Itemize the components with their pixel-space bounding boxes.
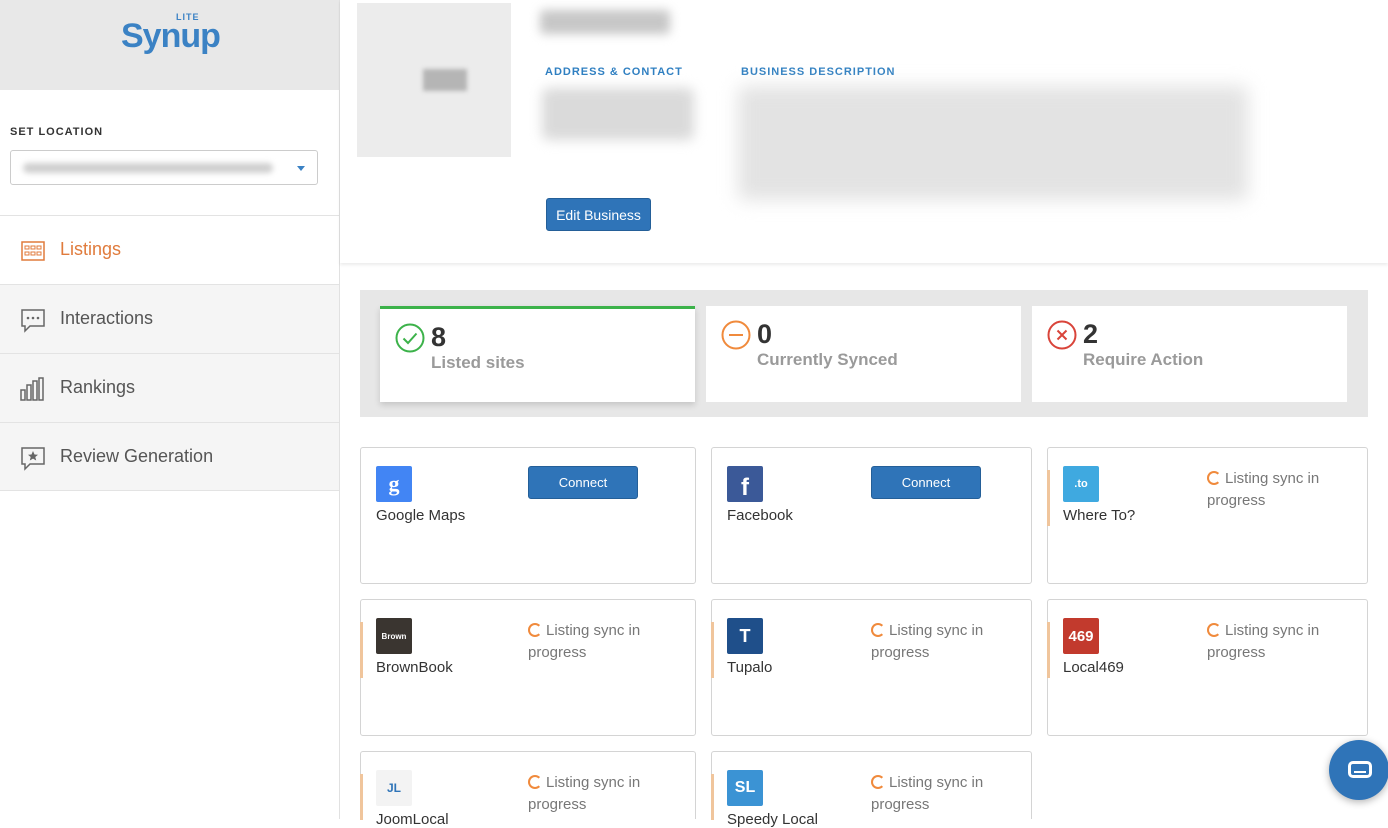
x-circle-icon [1047, 320, 1077, 350]
sidebar-item-review-generation[interactable]: Review Generation [0, 422, 339, 491]
sync-accent-bar [1047, 622, 1050, 678]
sync-spinner-icon [1207, 471, 1221, 485]
business-photo [357, 3, 511, 157]
sync-spinner-icon [528, 623, 542, 637]
listing-name: Where To? [1063, 507, 1136, 524]
sidebar-item-label: Rankings [60, 377, 136, 397]
listing-summary: 8 Listed sites 0 Currently Synced 2 Requ… [360, 290, 1368, 417]
sync-spinner-icon [871, 775, 885, 789]
business-info-card: ADDRESS & CONTACT BUSINESS DESCRIPTION E… [340, 0, 1388, 263]
sync-status-text: Listing sync in progress [1207, 470, 1320, 509]
sync-status-text: Listing sync in progress [871, 774, 984, 813]
logo-area: LITE Synup [0, 0, 339, 90]
facebook-logo-icon: f [727, 466, 763, 502]
star-chat-icon [21, 447, 45, 471]
sidebar-item-interactions[interactable]: Interactions [0, 284, 339, 353]
google-maps-logo-icon: g [376, 466, 412, 502]
stat-listed-sites[interactable]: 8 Listed sites [380, 306, 695, 402]
sync-accent-bar [360, 774, 363, 820]
listing-name: JoomLocal [376, 811, 449, 828]
listings-grid-icon [21, 241, 45, 261]
chat-icon [1348, 761, 1372, 778]
set-location-label: SET LOCATION [10, 126, 104, 138]
listing-card-where-to: .to Where To? Listing sync in progress [1047, 447, 1368, 584]
chat-dots-icon [21, 309, 45, 333]
stat-value: 8 [431, 322, 447, 352]
stat-require-action[interactable]: 2 Require Action [1032, 306, 1347, 402]
minus-circle-icon [721, 320, 751, 350]
sync-status-text: Listing sync in progress [871, 622, 984, 661]
sync-status: Listing sync in progress [1207, 468, 1347, 512]
stat-value: 0 [757, 319, 773, 349]
sync-accent-bar [360, 622, 363, 678]
listing-name: Speedy Local [727, 811, 818, 828]
address-redacted [542, 88, 694, 140]
listing-card-tupalo: T Tupalo Listing sync in progress [711, 599, 1032, 736]
sync-spinner-icon [871, 623, 885, 637]
stat-currently-synced[interactable]: 0 Currently Synced [706, 306, 1021, 402]
listing-card-speedy-local: SL Speedy Local Listing sync in progress [711, 751, 1032, 828]
check-circle-icon [395, 323, 425, 353]
listing-card-facebook: f Facebook Connect [711, 447, 1032, 584]
sync-spinner-icon [528, 775, 542, 789]
listing-name: Local469 [1063, 659, 1124, 676]
listing-card-joomlocal: JL JoomLocal Listing sync in progress [360, 751, 696, 828]
sync-status: Listing sync in progress [871, 620, 1011, 664]
synup-logo[interactable]: Synup [121, 17, 221, 56]
location-value-redacted [23, 163, 273, 173]
chat-launcher-button[interactable] [1329, 740, 1388, 800]
stat-label: Listed sites [431, 353, 525, 372]
sidebar-item-label: Listings [60, 239, 122, 259]
sync-status-text: Listing sync in progress [1207, 622, 1320, 661]
listing-name: Tupalo [727, 659, 773, 676]
sidebar-item-label: Review Generation [60, 446, 214, 466]
local469-logo-icon: 469 [1063, 618, 1099, 654]
sync-status: Listing sync in progress [871, 772, 1011, 816]
bar-chart-icon [20, 377, 44, 401]
stat-value: 2 [1083, 319, 1099, 349]
connect-button[interactable]: Connect [528, 466, 638, 499]
sync-status-text: Listing sync in progress [528, 622, 641, 661]
sidebar-nav: Listings Interactions Rankings Review Ge… [0, 215, 339, 491]
sync-accent-bar [1047, 470, 1050, 526]
sidebar-item-label: Interactions [60, 308, 154, 328]
address-section-title: ADDRESS & CONTACT [545, 66, 683, 78]
chevron-down-icon [297, 166, 305, 171]
listing-name: Facebook [727, 507, 793, 524]
sync-status: Listing sync in progress [528, 620, 668, 664]
sidebar: LITE Synup SET LOCATION Listings Interac… [0, 0, 340, 819]
listing-card-google-maps: g Google Maps Connect [360, 447, 696, 584]
sync-status: Listing sync in progress [1207, 620, 1347, 664]
sync-spinner-icon [1207, 623, 1221, 637]
sync-accent-bar [711, 774, 714, 820]
listing-card-local469: 469 Local469 Listing sync in progress [1047, 599, 1368, 736]
connect-button[interactable]: Connect [871, 466, 981, 499]
listing-card-brownbook: Brown BrownBook Listing sync in progress [360, 599, 696, 736]
joomlocal-logo-icon: JL [376, 770, 412, 806]
speedy-local-logo-icon: SL [727, 770, 763, 806]
edit-business-button[interactable]: Edit Business [546, 198, 651, 231]
description-section-title: BUSINESS DESCRIPTION [741, 66, 896, 78]
listing-name: Google Maps [376, 507, 466, 524]
sync-status: Listing sync in progress [528, 772, 668, 816]
description-redacted [738, 86, 1248, 200]
location-select[interactable] [10, 150, 318, 185]
business-photo-redacted [423, 69, 467, 91]
business-name-redacted [540, 10, 670, 34]
listing-name: BrownBook [376, 659, 453, 676]
sidebar-item-listings[interactable]: Listings [0, 215, 339, 284]
stat-label: Currently Synced [757, 350, 898, 369]
stat-label: Require Action [1083, 350, 1204, 369]
where-to-logo-icon: .to [1063, 466, 1099, 502]
sync-accent-bar [711, 622, 714, 678]
sidebar-item-rankings[interactable]: Rankings [0, 353, 339, 422]
tupalo-logo-icon: T [727, 618, 763, 654]
brownbook-logo-icon: Brown [376, 618, 412, 654]
sync-status-text: Listing sync in progress [528, 774, 641, 813]
